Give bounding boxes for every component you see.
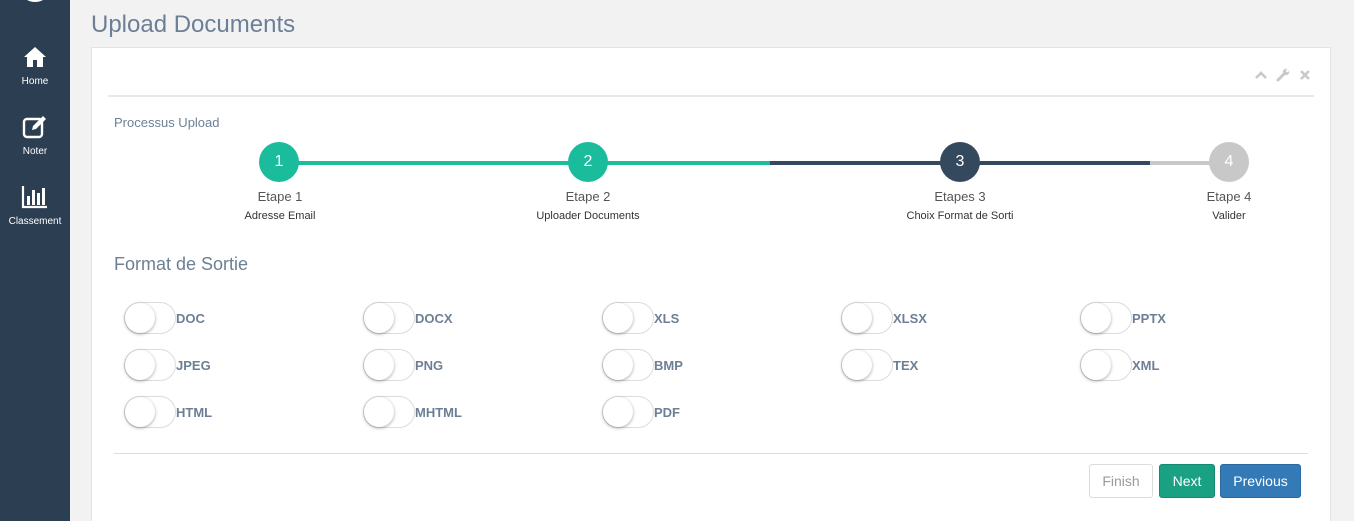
- sidebar-item-label: Noter: [22, 146, 48, 157]
- step-3-title: Etapes 3: [934, 189, 986, 204]
- toggle-label: PDF: [654, 404, 680, 420]
- toggle-switch[interactable]: [124, 396, 176, 428]
- close-icon[interactable]: [1298, 68, 1312, 82]
- output-format-title: Format de Sortie: [114, 254, 249, 274]
- toggle-knob: [603, 350, 633, 380]
- step-3-circle[interactable]: 3: [940, 142, 980, 182]
- toggle-knob: [125, 303, 155, 333]
- wrench-icon[interactable]: [1276, 68, 1290, 82]
- toggle-xml[interactable]: XML: [1080, 349, 1159, 381]
- toggle-knob: [125, 350, 155, 380]
- toggle-switch[interactable]: [602, 396, 654, 428]
- toggle-label: XML: [1132, 357, 1160, 373]
- toggle-pdf[interactable]: PDF: [602, 396, 680, 428]
- bar-chart-icon: [21, 186, 47, 209]
- step-1-circle[interactable]: 1: [259, 142, 299, 182]
- toggle-switch[interactable]: [841, 349, 893, 381]
- toggle-doc[interactable]: DOC: [124, 302, 205, 334]
- toggle-jpeg[interactable]: JPEG: [124, 349, 211, 381]
- next-button[interactable]: Next: [1159, 464, 1215, 498]
- toggle-switch[interactable]: [124, 349, 176, 381]
- panel-toolbar: [1254, 68, 1312, 82]
- panel-divider: [108, 95, 1314, 97]
- toggle-knob: [364, 303, 394, 333]
- toggle-knob: [603, 397, 633, 427]
- toggle-xls[interactable]: XLS: [602, 302, 679, 334]
- actions-divider: [114, 453, 1308, 454]
- toggle-switch[interactable]: [602, 302, 654, 334]
- sidebar-item-label: Classement: [8, 216, 62, 227]
- step-2-circle[interactable]: 2: [568, 142, 608, 182]
- toggle-knob: [603, 303, 633, 333]
- step-1-title: Etape 1: [257, 189, 303, 204]
- toggle-knob: [1081, 350, 1111, 380]
- toggle-mhtml[interactable]: MHTML: [363, 396, 462, 428]
- sidebar: Home Noter Classement: [0, 0, 70, 521]
- toggle-label: PPTX: [1132, 310, 1166, 326]
- toggle-label: XLSX: [893, 310, 927, 326]
- sidebar-item-noter[interactable]: Noter: [0, 114, 70, 157]
- step-2-title: Etape 2: [565, 189, 611, 204]
- home-icon: [24, 47, 46, 67]
- page-title: Upload Documents: [91, 11, 296, 38]
- sidebar-item-label: Home: [21, 76, 49, 87]
- toggle-switch[interactable]: [1080, 302, 1132, 334]
- toggle-switch[interactable]: [124, 302, 176, 334]
- toggle-label: HTML: [176, 404, 213, 420]
- toggle-xlsx[interactable]: XLSX: [841, 302, 927, 334]
- toggle-png[interactable]: PNG: [363, 349, 443, 381]
- toggle-switch[interactable]: [363, 302, 415, 334]
- toggle-label: MHTML: [415, 404, 462, 420]
- toggle-switch[interactable]: [363, 396, 415, 428]
- toggle-pptx[interactable]: PPTX: [1080, 302, 1166, 334]
- previous-button[interactable]: Previous: [1220, 464, 1301, 498]
- finish-button[interactable]: Finish: [1089, 464, 1153, 498]
- toggle-label: BMP: [654, 357, 683, 373]
- toggle-switch[interactable]: [841, 302, 893, 334]
- step-4-subtitle: Valider: [1212, 210, 1246, 222]
- toggle-label: JPEG: [176, 357, 211, 373]
- step-4-title: Etape 4: [1206, 189, 1252, 204]
- step-1-subtitle: Adresse Email: [244, 210, 316, 222]
- toggle-knob: [125, 397, 155, 427]
- progress-track-done: [280, 161, 770, 165]
- toggle-knob: [364, 350, 394, 380]
- toggle-switch[interactable]: [363, 349, 415, 381]
- step-4-circle[interactable]: 4: [1209, 142, 1249, 182]
- wizard-panel: Processus Upload 1 Etape 1 Adresse Email…: [91, 47, 1331, 521]
- toggle-knob: [364, 397, 394, 427]
- user-avatar[interactable]: [23, 0, 47, 2]
- toggle-label: TEX: [893, 357, 919, 373]
- toggle-bmp[interactable]: BMP: [602, 349, 683, 381]
- toggle-docx[interactable]: DOCX: [363, 302, 453, 334]
- step-2-subtitle: Uploader Documents: [536, 210, 640, 222]
- toggle-label: DOCX: [415, 310, 453, 326]
- toggle-knob: [1081, 303, 1111, 333]
- sidebar-item-home[interactable]: Home: [0, 44, 70, 87]
- chevron-up-icon[interactable]: [1254, 68, 1268, 82]
- toggle-switch[interactable]: [1080, 349, 1132, 381]
- toggle-html[interactable]: HTML: [124, 396, 212, 428]
- toggle-label: DOC: [176, 310, 205, 326]
- toggle-tex[interactable]: TEX: [841, 349, 918, 381]
- edit-icon: [22, 116, 46, 139]
- toggle-knob: [842, 303, 872, 333]
- toggle-switch[interactable]: [602, 349, 654, 381]
- wizard-title: Processus Upload: [114, 115, 220, 130]
- toggle-knob: [842, 350, 872, 380]
- toggle-label: XLS: [654, 310, 680, 326]
- toggle-label: PNG: [415, 357, 444, 373]
- sidebar-item-classement[interactable]: Classement: [0, 184, 70, 227]
- step-3-subtitle: Choix Format de Sorti: [906, 210, 1014, 222]
